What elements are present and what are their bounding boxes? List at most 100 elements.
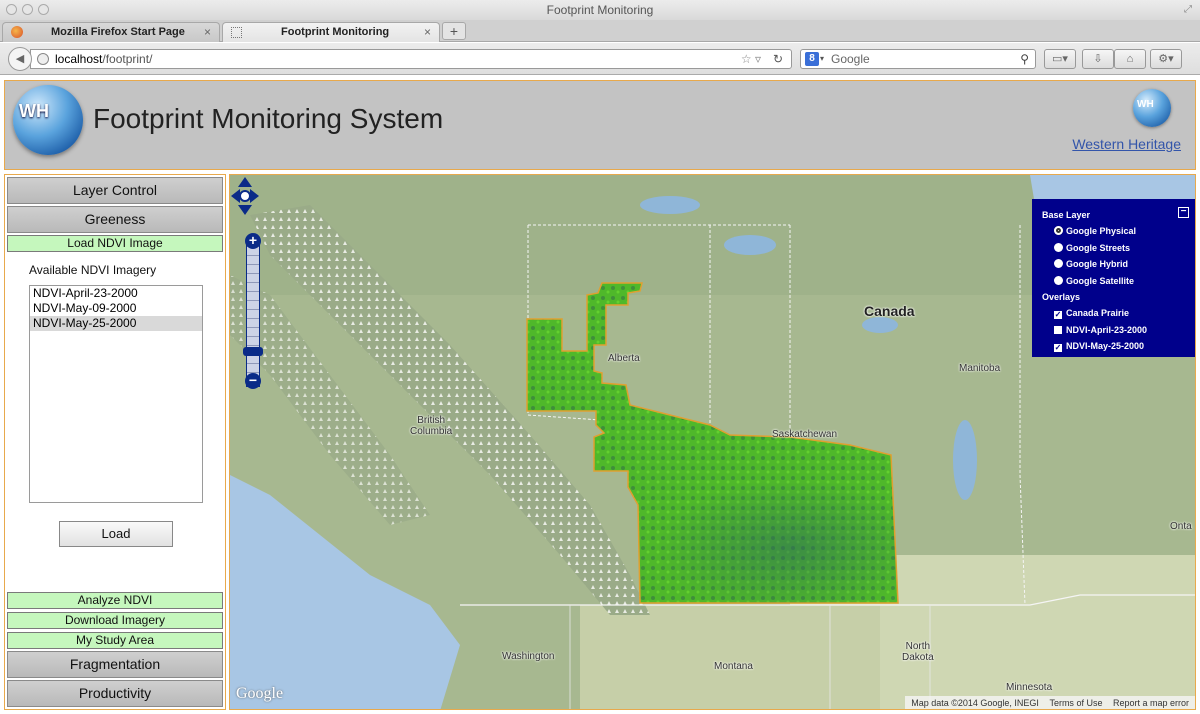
ndvi-low-zone	[630, 465, 898, 603]
pan-up-icon[interactable]	[238, 177, 252, 187]
bookmarks-button[interactable]: ▭▾	[1044, 49, 1076, 69]
zoom-slider[interactable]	[246, 237, 260, 387]
base-layer-label: Google Hybrid	[1066, 259, 1129, 269]
overlay-option[interactable]: ✓ Canada Prairie	[1042, 305, 1195, 322]
url-host: localhost	[55, 52, 103, 66]
radio-icon[interactable]	[1054, 275, 1063, 285]
close-window-icon[interactable]	[6, 4, 17, 15]
overlays-title: Overlays	[1042, 292, 1081, 302]
google-logo: Google	[236, 685, 284, 702]
load-ndvi-image-button[interactable]: Load NDVI Image	[7, 235, 223, 252]
report-error-link[interactable]: Report a map error	[1113, 698, 1189, 708]
google-search-icon: 8	[805, 52, 819, 66]
window-titlebar: Footprint Monitoring ⤢	[0, 0, 1200, 20]
label-manitoba: Manitoba	[959, 363, 1001, 374]
lake-athabasca	[724, 235, 776, 255]
app-header: WH Footprint Monitoring System WH Wester…	[4, 80, 1196, 170]
zoom-in-button[interactable]: +	[245, 233, 261, 249]
company-logo: WH	[13, 85, 83, 155]
search-input[interactable]: 8 ▾ Google ⚲	[800, 49, 1036, 69]
close-tab-icon[interactable]: ×	[424, 23, 431, 41]
terms-of-use-link[interactable]: Terms of Use	[1049, 698, 1102, 708]
base-layer-title: Base Layer	[1042, 210, 1091, 220]
overlay-label: NDVI-April-23-2000	[1066, 324, 1148, 335]
switcher-minimize-button[interactable]: −	[1178, 207, 1189, 218]
ndvi-imagery-list[interactable]: NDVI-April-23-2000 NDVI-May-09-2000 NDVI…	[29, 285, 203, 503]
zoom-slider-handle[interactable]	[243, 347, 263, 356]
sidebar: Layer Control Greeness Load NDVI Image A…	[4, 174, 226, 710]
ndvi-list-item[interactable]: NDVI-May-09-2000	[30, 301, 202, 316]
logo-small-text: WH	[1137, 99, 1154, 110]
close-tab-icon[interactable]: ×	[204, 23, 211, 41]
map-attribution: Map data ©2014 Google, INEGI Terms of Us…	[905, 696, 1195, 709]
pan-control[interactable]	[230, 175, 260, 217]
tab-firefox-start[interactable]: Mozilla Firefox Start Page ×	[2, 22, 220, 42]
url-path: /footprint/	[102, 52, 153, 66]
tab-footprint[interactable]: Footprint Monitoring ×	[222, 22, 440, 42]
pan-right-icon[interactable]	[250, 189, 259, 203]
ndvi-list-item[interactable]: NDVI-April-23-2000	[30, 286, 202, 301]
label-montana: Montana	[714, 661, 753, 672]
label-nd-line1: North	[905, 641, 931, 652]
load-button[interactable]: Load	[59, 521, 173, 547]
productivity-header[interactable]: Productivity	[7, 680, 223, 707]
radio-icon[interactable]	[1054, 242, 1063, 252]
download-icon[interactable]: ⇩	[1082, 49, 1114, 69]
new-tab-button[interactable]: +	[442, 22, 466, 40]
chevron-down-icon[interactable]: ▾	[820, 50, 824, 68]
label-minnesota: Minnesota	[1006, 682, 1053, 693]
firefox-icon	[11, 26, 23, 38]
greeness-header[interactable]: Greeness	[7, 206, 223, 233]
label-north-dakota: North Dakota	[902, 641, 934, 663]
fragmentation-header[interactable]: Fragmentation	[7, 651, 223, 678]
zoom-out-button[interactable]: −	[245, 373, 261, 389]
my-study-area-button[interactable]: My Study Area	[7, 632, 223, 649]
magnifier-icon[interactable]: ⚲	[1020, 50, 1029, 68]
overlay-label: Canada Prairie	[1066, 308, 1130, 318]
base-layer-option[interactable]: Google Hybrid	[1042, 256, 1195, 273]
base-layer-label: Google Satellite	[1066, 275, 1135, 286]
radio-icon[interactable]	[1054, 259, 1063, 268]
back-button[interactable]: ◀	[8, 47, 32, 71]
page-title: Footprint Monitoring System	[93, 103, 444, 134]
ndvi-list-item-selected[interactable]: NDVI-May-25-2000	[30, 316, 202, 331]
checkbox-checked-icon[interactable]: ✓	[1054, 344, 1062, 352]
base-layer-option[interactable]: Google Streets	[1042, 240, 1195, 257]
lake-winnipeg	[953, 420, 977, 500]
reload-icon[interactable]: ↻	[773, 50, 783, 68]
label-washington: Washington	[502, 651, 555, 662]
zoom-window-icon[interactable]	[38, 4, 49, 15]
navigation-bar: localhost/footprint/ ☆ ▿ ↻ ◀ 8 ▾ Google …	[0, 43, 1200, 75]
globe-icon	[37, 53, 49, 65]
checkbox-checked-icon[interactable]: ✓	[1054, 311, 1062, 319]
overlay-option[interactable]: ✓ NDVI-May-25-2000	[1042, 338, 1195, 355]
analyze-ndvi-button[interactable]: Analyze NDVI	[7, 592, 223, 609]
fullscreen-icon[interactable]: ⤢	[1184, 0, 1192, 20]
url-bar[interactable]: localhost/footprint/ ☆ ▿ ↻	[30, 49, 792, 69]
map-data-credit: Map data ©2014 Google, INEGI	[911, 698, 1039, 708]
checkbox-icon[interactable]	[1054, 325, 1062, 334]
label-bc-line2: Columbia	[410, 426, 453, 437]
bookmark-star-icon[interactable]: ☆ ▿	[741, 50, 761, 68]
radio-selected-icon[interactable]	[1054, 226, 1063, 235]
company-logo-small: WH	[1133, 89, 1171, 127]
home-icon[interactable]: ⌂	[1114, 49, 1146, 69]
base-layer-option[interactable]: Google Physical	[1042, 223, 1195, 240]
pan-left-icon[interactable]	[231, 189, 240, 203]
tab-label: Footprint Monitoring	[281, 26, 390, 38]
base-layer-label: Google Physical	[1066, 226, 1137, 236]
layer-control-header[interactable]: Layer Control	[7, 177, 223, 204]
overlay-option[interactable]: NDVI-April-23-2000	[1042, 322, 1195, 339]
base-layer-option[interactable]: Google Satellite	[1042, 273, 1195, 290]
map-viewport[interactable]: Canada Alberta British Columbia Saskatch…	[229, 174, 1196, 710]
label-canada: Canada	[864, 303, 915, 319]
pan-down-icon[interactable]	[238, 205, 252, 215]
download-imagery-button[interactable]: Download Imagery	[7, 612, 223, 629]
western-heritage-link[interactable]: Western Heritage	[1072, 136, 1181, 152]
label-alberta: Alberta	[608, 353, 640, 364]
extension-button[interactable]: ⚙▾	[1150, 49, 1182, 69]
page-icon	[231, 27, 242, 38]
minimize-window-icon[interactable]	[22, 4, 33, 15]
layer-switcher: − Base Layer Google Physical Google Stre…	[1032, 199, 1195, 357]
window-title: Footprint Monitoring	[546, 3, 654, 17]
